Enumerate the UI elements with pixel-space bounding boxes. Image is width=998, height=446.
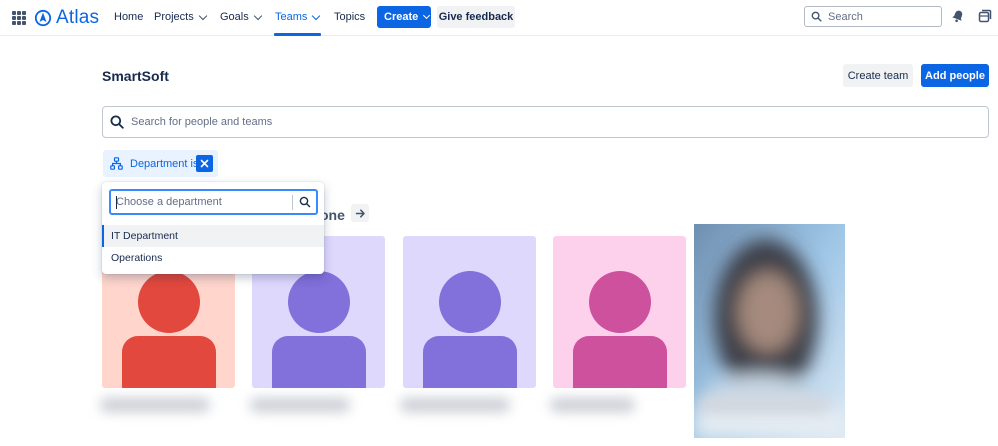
atlas-logo-icon [34,9,52,27]
nav-topics[interactable]: Topics [334,11,365,23]
chevron-down-icon [312,11,321,20]
nav-projects[interactable]: Projects [154,11,207,23]
view-all-button[interactable] [351,204,369,222]
bell-icon[interactable] [951,9,965,23]
department-option[interactable]: Operations [102,247,324,269]
nav-teams[interactable]: Teams [275,11,321,23]
people-search-input[interactable] [131,116,931,128]
chevron-down-icon [198,11,207,20]
person-card[interactable] [403,236,536,388]
create-team-button[interactable]: Create team [843,64,913,87]
app-switcher-grid-icon[interactable] [12,11,26,25]
avatar-placeholder-icon [573,271,667,388]
chevron-down-icon [253,11,262,20]
page-title: SmartSoft [102,68,169,84]
window-icon[interactable] [978,9,992,23]
create-button-label: Create [384,11,419,23]
create-button[interactable]: Create [377,6,431,28]
nav-projects-label: Projects [154,11,194,23]
create-team-label: Create team [847,69,909,82]
people-search-field[interactable] [102,106,989,138]
field-divider [292,195,293,210]
department-search-field[interactable] [109,189,318,215]
department-dropdown: IT Department Operations [102,182,324,274]
person-name-blurred [400,398,510,412]
person-card[interactable] [553,236,686,388]
active-tab-indicator [274,33,321,36]
give-feedback-button[interactable]: Give feedback [437,6,515,28]
person-name-blurred [100,398,210,412]
atlas-logo[interactable]: Atlas [34,7,99,29]
global-search-input[interactable]: Search [804,6,942,27]
department-search-input[interactable] [116,196,286,208]
add-people-button[interactable]: Add people [921,64,989,87]
department-option[interactable]: IT Department [102,225,324,247]
org-chart-icon [110,157,123,170]
search-icon [811,11,822,22]
nav-home-label: Home [114,11,144,23]
filter-chip-label: Department is [130,157,199,170]
give-feedback-label: Give feedback [438,11,514,23]
global-search-placeholder: Search [828,10,863,23]
person-name-blurred [700,398,830,412]
chevron-down-icon [423,11,431,20]
close-icon [200,159,209,168]
nav-goals-label: Goals [220,11,249,23]
arrow-right-icon [355,208,365,218]
avatar-placeholder-icon [423,271,517,388]
department-filter-chip[interactable]: Department is [103,150,218,177]
person-name-blurred [250,398,350,412]
nav-home[interactable]: Home [114,11,143,23]
person-name-blurred [550,398,635,412]
search-icon [110,115,124,129]
nav-goals[interactable]: Goals [220,11,262,23]
search-icon [299,196,311,208]
top-navigation: Atlas Home Projects Goals Teams Topics C… [0,0,998,36]
brand-name: Atlas [56,7,100,28]
text-cursor [116,196,117,209]
department-option-label: IT Department [111,230,178,242]
clear-filter-button[interactable] [196,155,213,172]
department-option-label: Operations [111,252,163,264]
add-people-label: Add people [925,69,985,82]
nav-topics-label: Topics [334,11,366,23]
nav-teams-label: Teams [275,11,308,23]
